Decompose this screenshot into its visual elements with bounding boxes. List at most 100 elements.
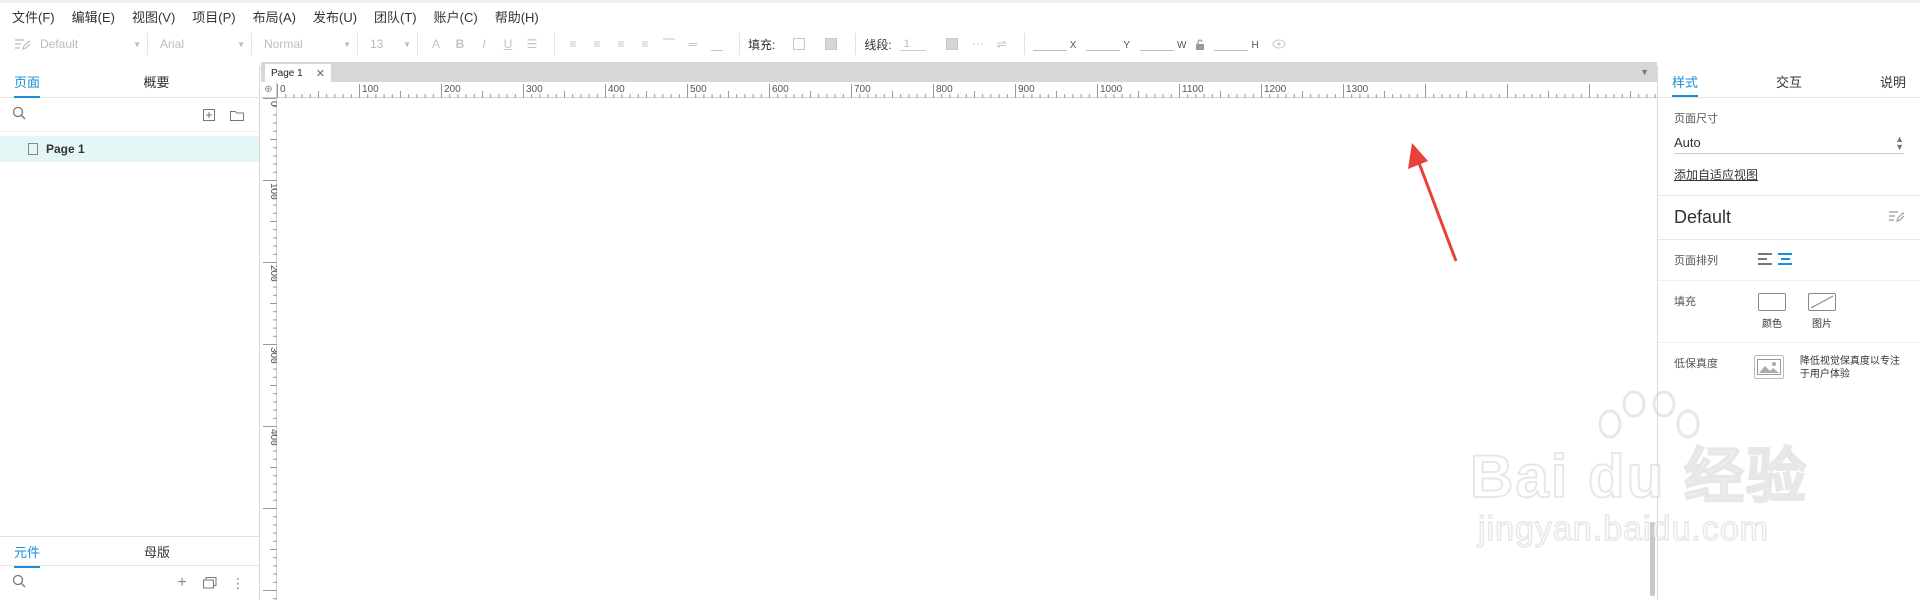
chevron-down-icon: ▼ <box>343 39 351 49</box>
align-left-icon[interactable] <box>1758 252 1772 266</box>
close-icon[interactable]: ✕ <box>316 67 325 80</box>
tab-outline[interactable]: 概要 <box>130 66 260 97</box>
fill-color-swatch[interactable] <box>793 38 806 50</box>
page-size-select[interactable]: Auto ▲ ▼ <box>1674 132 1904 154</box>
canvas-scrollbar[interactable] <box>1650 522 1655 596</box>
visibility-eye-icon[interactable] <box>1269 34 1289 54</box>
color-swatch-icon <box>1758 293 1786 311</box>
more-options-icon[interactable]: ⋮ <box>228 573 248 593</box>
annotation-arrow <box>1408 143 1458 262</box>
underline-icon[interactable]: U <box>498 34 518 54</box>
low-fidelity-label: 低保真度 <box>1674 358 1718 370</box>
menu-project[interactable]: 项目(P) <box>192 7 235 26</box>
ruler-label: 1300 <box>1346 84 1369 95</box>
page-file-icon <box>28 143 38 155</box>
menu-help[interactable]: 帮助(H) <box>495 7 539 26</box>
page-style-header: Default <box>1658 196 1920 240</box>
menu-layout[interactable]: 布局(A) <box>253 7 296 26</box>
font-select[interactable]: Arial ▼ <box>156 33 252 55</box>
add-page-icon[interactable] <box>199 105 219 125</box>
align-center-icon[interactable] <box>1778 252 1792 266</box>
search-icon[interactable] <box>12 106 26 123</box>
font-weight-select[interactable]: Normal ▼ <box>260 33 358 55</box>
font-size-select[interactable]: 13 ▼ <box>366 33 418 55</box>
fill-color-option[interactable]: 颜色 <box>1758 293 1786 330</box>
align-center-icon[interactable]: ≡ <box>587 34 607 54</box>
low-fidelity-toggle[interactable] <box>1753 355 1784 379</box>
shadow-swatch[interactable] <box>825 38 838 50</box>
ruler-label: 300 <box>526 84 543 95</box>
right-panel: 样式 交互 说明 页面尺寸 Auto ▲ ▼ 添加自适应视图 Default 页面… <box>1657 66 1920 600</box>
ruler-label: 200 <box>444 84 461 95</box>
h-field[interactable]: H <box>1214 37 1259 51</box>
tab-interactions[interactable]: 交互 <box>1776 72 1802 91</box>
document-tab-strip: Page 1 ✕ ▼ <box>261 62 1657 82</box>
tab-widgets[interactable]: 元件 <box>0 537 130 568</box>
menu-file[interactable]: 文件(F) <box>12 7 55 26</box>
text-color-icon[interactable]: A <box>426 34 446 54</box>
widgets-tabs: 元件 母版 <box>0 536 260 568</box>
tab-notes[interactable]: 说明 <box>1880 72 1906 91</box>
fill-label: 填充: <box>748 37 776 52</box>
stroke-pattern-icon[interactable]: ⋯ <box>968 34 988 54</box>
bold-icon[interactable]: B <box>450 34 470 54</box>
stepper-icon: ▲ ▼ <box>1895 133 1904 152</box>
stroke-label: 线段: <box>864 37 892 52</box>
valign-bottom-icon[interactable]: ⎽ <box>707 34 727 54</box>
add-folder-icon[interactable] <box>227 105 247 125</box>
page-style-name: Default <box>1674 207 1732 227</box>
tab-pages[interactable]: 页面 <box>0 66 130 98</box>
pages-toolbar <box>0 98 259 132</box>
y-field[interactable]: Y <box>1086 37 1130 51</box>
style-edit-icon[interactable] <box>12 34 32 54</box>
page-list-item[interactable]: Page 1 <box>0 136 259 162</box>
stroke-width-input[interactable]: 1 <box>899 38 926 51</box>
align-left-icon[interactable]: ≡ <box>563 34 583 54</box>
fill-image-option[interactable]: 图片 <box>1808 293 1836 330</box>
ruler-label: 400 <box>608 84 625 95</box>
stroke-color-swatch[interactable] <box>945 38 958 50</box>
menu-account[interactable]: 账户(C) <box>434 7 478 26</box>
menu-publish[interactable]: 发布(U) <box>313 7 357 26</box>
chevron-down-icon: ▼ <box>133 39 141 49</box>
image-icon <box>1756 359 1781 375</box>
vertical-ruler-ticks: 0 100 200 300 400 <box>263 98 279 600</box>
ruler-origin-icon[interactable]: ⊕ <box>261 82 277 98</box>
x-field[interactable]: X <box>1032 37 1076 51</box>
style-select[interactable]: Default ▼ <box>36 33 148 55</box>
document-tab-page1[interactable]: Page 1 ✕ <box>265 64 331 82</box>
valign-top-icon[interactable]: ⎺ <box>659 34 679 54</box>
align-right-icon[interactable]: ≡ <box>611 34 631 54</box>
add-library-icon[interactable]: + <box>172 573 192 593</box>
lock-icon[interactable] <box>1190 34 1210 54</box>
format-toolbar: Default ▼ Arial ▼ Normal ▼ 13 ▼ A B I U … <box>0 30 1920 58</box>
arrow-style-icon[interactable]: ⇌ <box>992 34 1012 54</box>
ruler-label: 700 <box>854 84 871 95</box>
ruler-label: 0 <box>280 84 286 95</box>
widgets-toolbar: + ⋮ <box>0 566 260 600</box>
menu-view[interactable]: 视图(V) <box>132 7 175 26</box>
left-panel: 页面 概要 Page 1 元件 母版 + ⋮ <box>0 66 260 600</box>
w-field[interactable]: W <box>1140 37 1186 51</box>
bullet-list-icon[interactable]: ☰ <box>522 34 542 54</box>
italic-icon[interactable]: I <box>474 34 494 54</box>
search-icon[interactable] <box>12 574 26 593</box>
valign-middle-icon[interactable]: ═ <box>683 34 703 54</box>
toolbar-divider <box>855 33 857 55</box>
edit-style-icon[interactable] <box>1888 207 1906 228</box>
tab-style[interactable]: 样式 <box>1672 66 1699 97</box>
menu-edit[interactable]: 编辑(E) <box>72 7 115 26</box>
page-name: Page 1 <box>46 142 85 156</box>
tab-masters[interactable]: 母版 <box>130 537 260 565</box>
add-adaptive-view-link[interactable]: 添加自适应视图 <box>1658 154 1920 196</box>
align-justify-icon[interactable]: ≡ <box>635 34 655 54</box>
chevron-down-icon: ▼ <box>237 39 245 49</box>
tab-overflow-icon[interactable]: ▼ <box>1640 67 1649 77</box>
library-folder-icon[interactable] <box>200 573 220 593</box>
fill-row: 填充 颜色 图片 <box>1658 281 1920 343</box>
ruler-label: 200 <box>268 265 277 282</box>
design-canvas[interactable] <box>278 99 1657 600</box>
menu-team[interactable]: 团队(T) <box>374 7 417 26</box>
page-alignment-label: 页面排列 <box>1674 255 1718 267</box>
left-panel-tabs: 页面 概要 <box>0 66 259 98</box>
